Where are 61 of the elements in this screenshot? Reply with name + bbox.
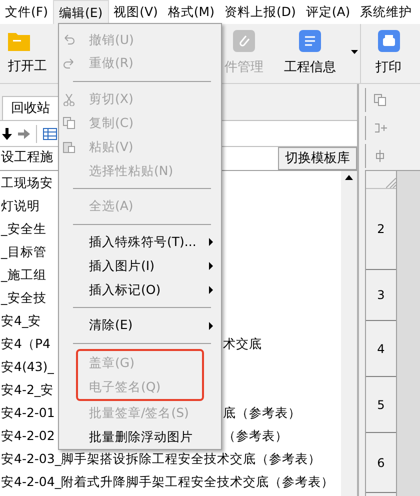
scrollbar[interactable] [341,171,357,496]
submenu-arrow-icon [209,238,213,246]
tree-item[interactable]: 底（参考表） [223,404,301,423]
row-number: 3 [366,270,396,321]
submenu-arrow-icon [209,286,213,294]
menu-item[interactable]: 插入特殊符号(T)... [59,230,221,254]
menu-bar-item[interactable]: 视图(V) [108,0,163,24]
redo-icon [63,58,75,70]
tree-item[interactable]: _施工组 [1,266,46,285]
tree-item[interactable]: 灯说明 [1,197,40,216]
toolbar-button[interactable]: 打开工 [0,24,58,83]
menu-item[interactable]: 插入标记(O) [59,278,221,302]
menu-item[interactable]: 清除(E) [59,314,221,338]
menu-bar-item[interactable]: 评定(A) [300,0,356,24]
menu-bar-item[interactable]: 格式(M) [162,0,220,24]
menu-item[interactable]: 批量删除浮动图片 [59,425,221,450]
tree-item[interactable]: _安全技 [1,289,46,308]
tree-item[interactable]: 安4（P4 [1,335,50,354]
tab[interactable]: 回收站 [2,96,59,120]
submenu-arrow-icon [209,262,213,270]
tree-item[interactable]: _安全生 [1,220,46,239]
tree-item[interactable]: 安4-2-04_附着式升降脚手架工程安全技术交底（参考表） [1,473,334,492]
row-number: 6 [366,433,396,493]
paste-icon [63,141,75,154]
tree-item[interactable]: _目标管 [1,243,46,262]
document-icon [299,30,321,52]
right-arrow-icon[interactable] [18,128,30,138]
switch-template-button[interactable]: 切换模板库 [278,147,357,170]
tree-item[interactable]: （参考表） [223,427,288,446]
menu-bar-item[interactable]: 资料上报(D) [219,0,301,24]
tree-item[interactable]: 安4-2-01 [1,404,55,423]
menu-bar-item[interactable]: 系统维护 [355,0,418,24]
tree-item[interactable]: 安4_安 [1,312,42,331]
folder-icon [8,30,30,51]
tree-item[interactable]: 安4-2-02 [1,427,55,446]
copy-icon [63,117,75,130]
tree-item[interactable]: 安4-2_安 [1,381,54,400]
down-arrow-icon[interactable] [2,128,12,140]
row-number: 4 [366,321,396,377]
menu-item[interactable]: 插入图片(I) [59,254,221,278]
tree-item[interactable]: 安4-2-03_脚手架搭设拆除工程安全技术交底（参考表） [1,450,322,469]
dropdown-arrow-icon[interactable] [351,50,358,54]
insert-icon [374,150,386,162]
tree-item[interactable]: 术交底 [223,335,262,354]
submenu-arrow-icon [209,322,213,330]
toolbar-button[interactable]: 工程信息 [270,24,360,83]
tree-item[interactable]: 工现场安 [1,174,53,193]
printer-icon [378,30,400,52]
scissors-icon [63,94,75,106]
menu-bar-item[interactable]: 编辑(E) [52,0,109,24]
table-icon[interactable] [43,128,57,140]
paperclip-icon [233,30,255,52]
up-arrow-icon[interactable] [345,175,353,180]
row-number: 5 [366,377,396,433]
row-number: 2 [366,189,396,270]
tree-item[interactable]: 安4(43)_ [1,358,54,377]
copy-icon [374,94,386,106]
toolbar-button[interactable]: 打印 [360,24,416,83]
menu-bar-item[interactable]: 文件(F) [0,0,53,24]
undo-icon [63,34,75,46]
split-icon [374,122,388,134]
